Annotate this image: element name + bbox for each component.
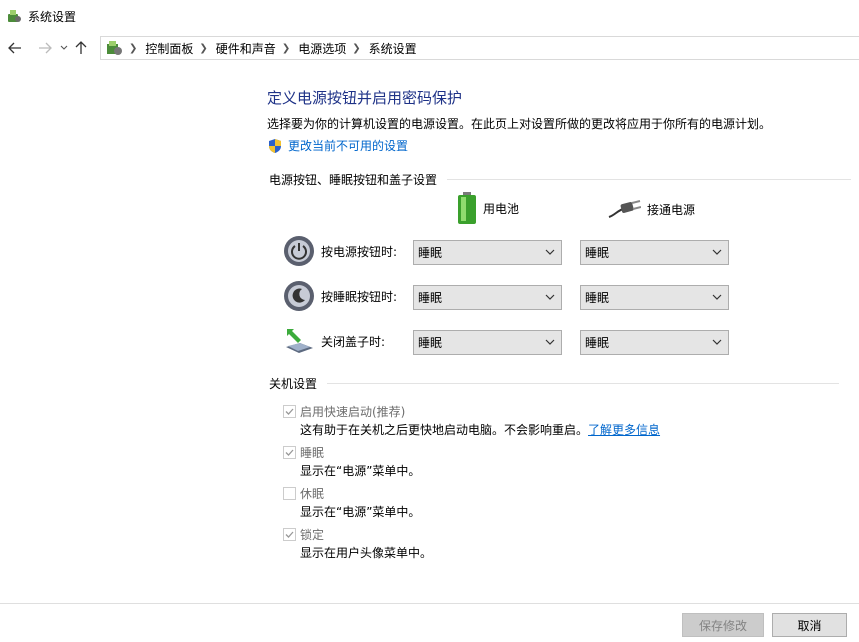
back-button[interactable] bbox=[3, 36, 27, 60]
checkbox[interactable] bbox=[283, 487, 296, 500]
lid-close-label: 关闭盖子时: bbox=[321, 334, 386, 349]
page-title: 定义电源按钮并启用密码保护 bbox=[267, 89, 463, 107]
breadcrumb-power-options[interactable]: 电源选项 bbox=[298, 40, 346, 57]
change-unavailable-settings-link[interactable]: 更改当前不可用的设置 bbox=[267, 137, 408, 154]
save-changes-button[interactable]: 保存修改 bbox=[682, 613, 764, 637]
breadcrumb-separator[interactable]: ❯ bbox=[282, 43, 290, 54]
lid-close-battery-select[interactable]: 睡眠 bbox=[413, 330, 562, 355]
breadcrumb-separator[interactable]: ❯ bbox=[199, 43, 207, 54]
learn-more-link[interactable]: 了解更多信息 bbox=[588, 423, 660, 437]
checkbox[interactable] bbox=[283, 405, 296, 418]
chevron-down-icon bbox=[712, 249, 722, 255]
checkbox[interactable] bbox=[283, 528, 296, 541]
plugged-in-column-header: 接通电源 bbox=[607, 199, 695, 219]
fast-startup-desc-text: 这有助于在关机之后更快地启动电脑。不会影响重启。 bbox=[300, 423, 589, 437]
address-bar[interactable]: ❯ 控制面板 ❯ 硬件和声音 ❯ 电源选项 ❯ 系统设置 bbox=[100, 36, 859, 60]
battery-column-header: 用电池 bbox=[457, 191, 519, 225]
select-value: 睡眠 bbox=[585, 336, 610, 350]
lock-checkbox[interactable]: 锁定 bbox=[283, 526, 324, 543]
fast-startup-description: 这有助于在关机之后更快地启动电脑。不会影响重启。了解更多信息 bbox=[300, 421, 660, 438]
chevron-down-icon bbox=[60, 45, 68, 50]
chevron-down-icon bbox=[712, 294, 722, 300]
power-button-icon bbox=[284, 236, 314, 266]
footer-bar: 保存修改 取消 bbox=[0, 603, 859, 642]
control-panel-icon bbox=[107, 41, 122, 55]
hibernate-description: 显示在“电源”菜单中。 bbox=[300, 505, 421, 519]
select-value: 睡眠 bbox=[418, 291, 443, 305]
uac-shield-icon bbox=[269, 138, 281, 153]
breadcrumb-control-panel[interactable]: 控制面板 bbox=[145, 40, 193, 57]
sleep-checkbox[interactable]: 睡眠 bbox=[283, 444, 324, 461]
power-button-label: 按电源按钮时: bbox=[321, 244, 398, 259]
title-bar: 系统设置 bbox=[0, 0, 859, 32]
breadcrumb-separator[interactable]: ❯ bbox=[352, 43, 360, 54]
shutdown-section-title: 关机设置 bbox=[269, 377, 318, 391]
sleep-button-label: 按睡眠按钮时: bbox=[321, 289, 398, 304]
checkmark-icon bbox=[285, 408, 294, 415]
battery-icon bbox=[458, 192, 476, 224]
up-button[interactable] bbox=[71, 36, 91, 60]
lid-close-plugged-select[interactable]: 睡眠 bbox=[580, 330, 729, 355]
plugged-in-column-label: 接通电源 bbox=[647, 202, 696, 217]
power-button-battery-select[interactable]: 睡眠 bbox=[413, 240, 562, 265]
lock-description: 显示在用户头像菜单中。 bbox=[300, 546, 433, 560]
forward-button[interactable] bbox=[33, 36, 57, 60]
laptop-lid-icon bbox=[286, 329, 313, 353]
select-value: 睡眠 bbox=[418, 246, 443, 260]
page-description: 选择要为你的计算机设置的电源设置。在此页上对设置所做的更改将应用于你所有的电源计… bbox=[267, 117, 772, 131]
sleep-button-icon bbox=[284, 281, 314, 311]
sleep-button-row: 按睡眠按钮时: bbox=[283, 280, 415, 312]
lock-label: 锁定 bbox=[300, 528, 325, 542]
battery-column-label: 用电池 bbox=[483, 201, 520, 216]
power-button-row: 按电源按钮时: bbox=[283, 235, 415, 267]
power-buttons-section-header: 电源按钮、睡眠按钮和盖子设置 bbox=[269, 171, 852, 188]
cancel-button[interactable]: 取消 bbox=[772, 613, 847, 637]
section-divider bbox=[327, 383, 840, 384]
recent-locations-button[interactable] bbox=[57, 36, 71, 60]
arrow-right-icon bbox=[39, 42, 52, 54]
navigation-bar: ❯ 控制面板 ❯ 硬件和声音 ❯ 电源选项 ❯ 系统设置 bbox=[0, 34, 859, 62]
sleep-button-battery-select[interactable]: 睡眠 bbox=[413, 285, 562, 310]
select-value: 睡眠 bbox=[418, 336, 443, 350]
power-plug-icon bbox=[608, 200, 641, 218]
chevron-down-icon bbox=[545, 249, 555, 255]
shutdown-section-header: 关机设置 bbox=[269, 375, 840, 392]
sleep-label: 睡眠 bbox=[300, 446, 325, 460]
sleep-description: 显示在“电源”菜单中。 bbox=[300, 464, 421, 478]
power-buttons-section-title: 电源按钮、睡眠按钮和盖子设置 bbox=[269, 173, 438, 187]
arrow-left-icon bbox=[8, 42, 21, 54]
chevron-down-icon bbox=[712, 339, 722, 345]
main-content: 定义电源按钮并启用密码保护 选择要为你的计算机设置的电源设置。在此页上对设置所做… bbox=[0, 62, 859, 602]
hibernate-label: 休眠 bbox=[300, 487, 325, 501]
section-divider bbox=[447, 179, 852, 180]
arrow-up-icon bbox=[75, 41, 87, 54]
checkbox[interactable] bbox=[283, 446, 296, 459]
checkmark-icon bbox=[285, 449, 294, 456]
select-value: 睡眠 bbox=[585, 291, 610, 305]
window-title: 系统设置 bbox=[28, 9, 77, 24]
select-value: 睡眠 bbox=[585, 246, 610, 260]
chevron-down-icon bbox=[545, 339, 555, 345]
power-button-plugged-select[interactable]: 睡眠 bbox=[580, 240, 729, 265]
change-unavailable-settings-label[interactable]: 更改当前不可用的设置 bbox=[288, 137, 408, 154]
lid-close-row: 关闭盖子时: bbox=[283, 325, 415, 357]
hibernate-checkbox[interactable]: 休眠 bbox=[283, 485, 324, 502]
checkmark-icon bbox=[285, 531, 294, 538]
fast-startup-label: 启用快速启动(推荐) bbox=[300, 405, 406, 419]
sleep-button-plugged-select[interactable]: 睡眠 bbox=[580, 285, 729, 310]
power-options-icon bbox=[8, 10, 21, 22]
breadcrumb-hardware-sound[interactable]: 硬件和声音 bbox=[216, 40, 276, 57]
breadcrumb-system-settings[interactable]: 系统设置 bbox=[369, 40, 417, 57]
chevron-down-icon bbox=[545, 294, 555, 300]
breadcrumb-separator: ❯ bbox=[129, 42, 138, 54]
fast-startup-checkbox[interactable]: 启用快速启动(推荐) bbox=[283, 403, 405, 420]
